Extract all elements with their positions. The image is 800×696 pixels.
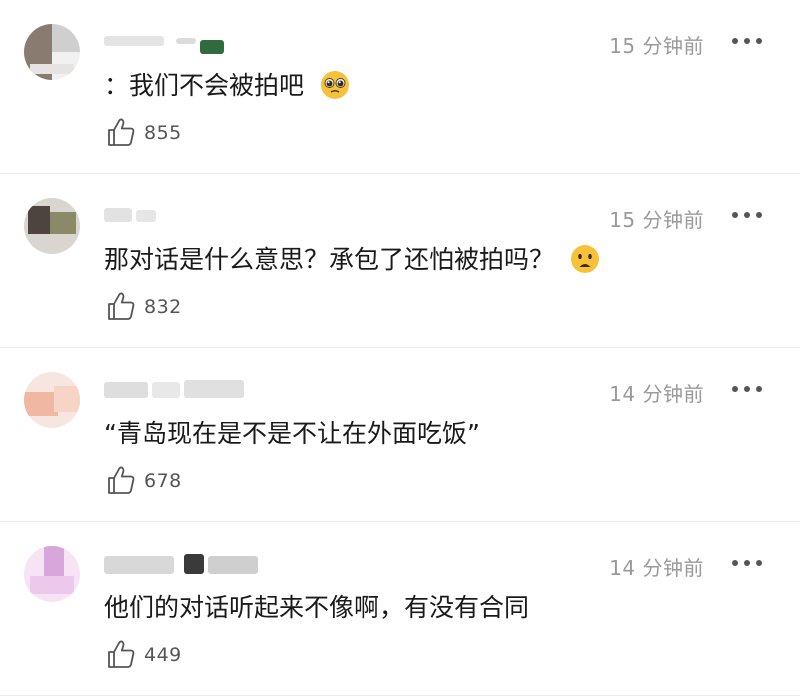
thumbs-up-icon bbox=[108, 292, 135, 320]
comment-text-content: ：我们不会被拍吧 bbox=[104, 71, 305, 100]
comment-time: 15 分钟前 bbox=[609, 208, 704, 232]
thumbs-up-icon bbox=[108, 466, 135, 494]
username-redacted[interactable] bbox=[104, 550, 264, 576]
avatar[interactable] bbox=[24, 24, 80, 80]
comment-text-content: “青岛现在是不是不让在外面吃饭” bbox=[104, 419, 480, 448]
username-redacted[interactable] bbox=[104, 202, 264, 228]
comment-time: 14 分钟前 bbox=[609, 556, 704, 580]
avatar[interactable] bbox=[24, 372, 80, 428]
avatar[interactable] bbox=[24, 198, 80, 254]
comment-time: 14 分钟前 bbox=[609, 382, 704, 406]
comment-text: 那对话是什么意思？承包了还怕被拍吗？ bbox=[104, 240, 600, 276]
comment-time: 15 分钟前 bbox=[609, 34, 704, 58]
username-redacted[interactable] bbox=[104, 376, 264, 402]
more-options-icon[interactable] bbox=[732, 560, 762, 568]
comment-text: 他们的对话听起来不像啊，有没有合同 bbox=[104, 588, 529, 624]
comment-text-content: 他们的对话听起来不像啊，有没有合同 bbox=[104, 593, 530, 622]
more-options-icon[interactable] bbox=[732, 386, 762, 394]
frowning-face-emoji-icon bbox=[570, 245, 599, 273]
pleading-face-emoji-icon bbox=[320, 71, 349, 99]
comment-item: 15 分钟前 ：我们不会被拍吧 855 bbox=[0, 0, 800, 174]
thumbs-up-icon bbox=[108, 118, 135, 146]
comment-text: “青岛现在是不是不让在外面吃饭” bbox=[104, 414, 480, 450]
comment-item: 14 分钟前 他们的对话听起来不像啊，有没有合同 449 bbox=[0, 522, 800, 696]
like-count: 855 bbox=[144, 122, 182, 144]
more-options-icon[interactable] bbox=[732, 212, 762, 220]
comment-text-content: 那对话是什么意思？承包了还怕被拍吗？ bbox=[104, 245, 555, 274]
username-redacted[interactable] bbox=[104, 28, 264, 54]
more-options-icon[interactable] bbox=[732, 38, 762, 46]
like-count: 832 bbox=[144, 296, 182, 318]
like-count: 449 bbox=[144, 644, 182, 666]
thumbs-up-icon bbox=[108, 640, 135, 668]
like-count: 678 bbox=[144, 470, 182, 492]
comment-text: ：我们不会被拍吧 bbox=[104, 66, 350, 102]
comment-item: 14 分钟前 “青岛现在是不是不让在外面吃饭” 678 bbox=[0, 348, 800, 522]
avatar[interactable] bbox=[24, 546, 80, 602]
comment-item: 15 分钟前 那对话是什么意思？承包了还怕被拍吗？ 832 bbox=[0, 174, 800, 348]
